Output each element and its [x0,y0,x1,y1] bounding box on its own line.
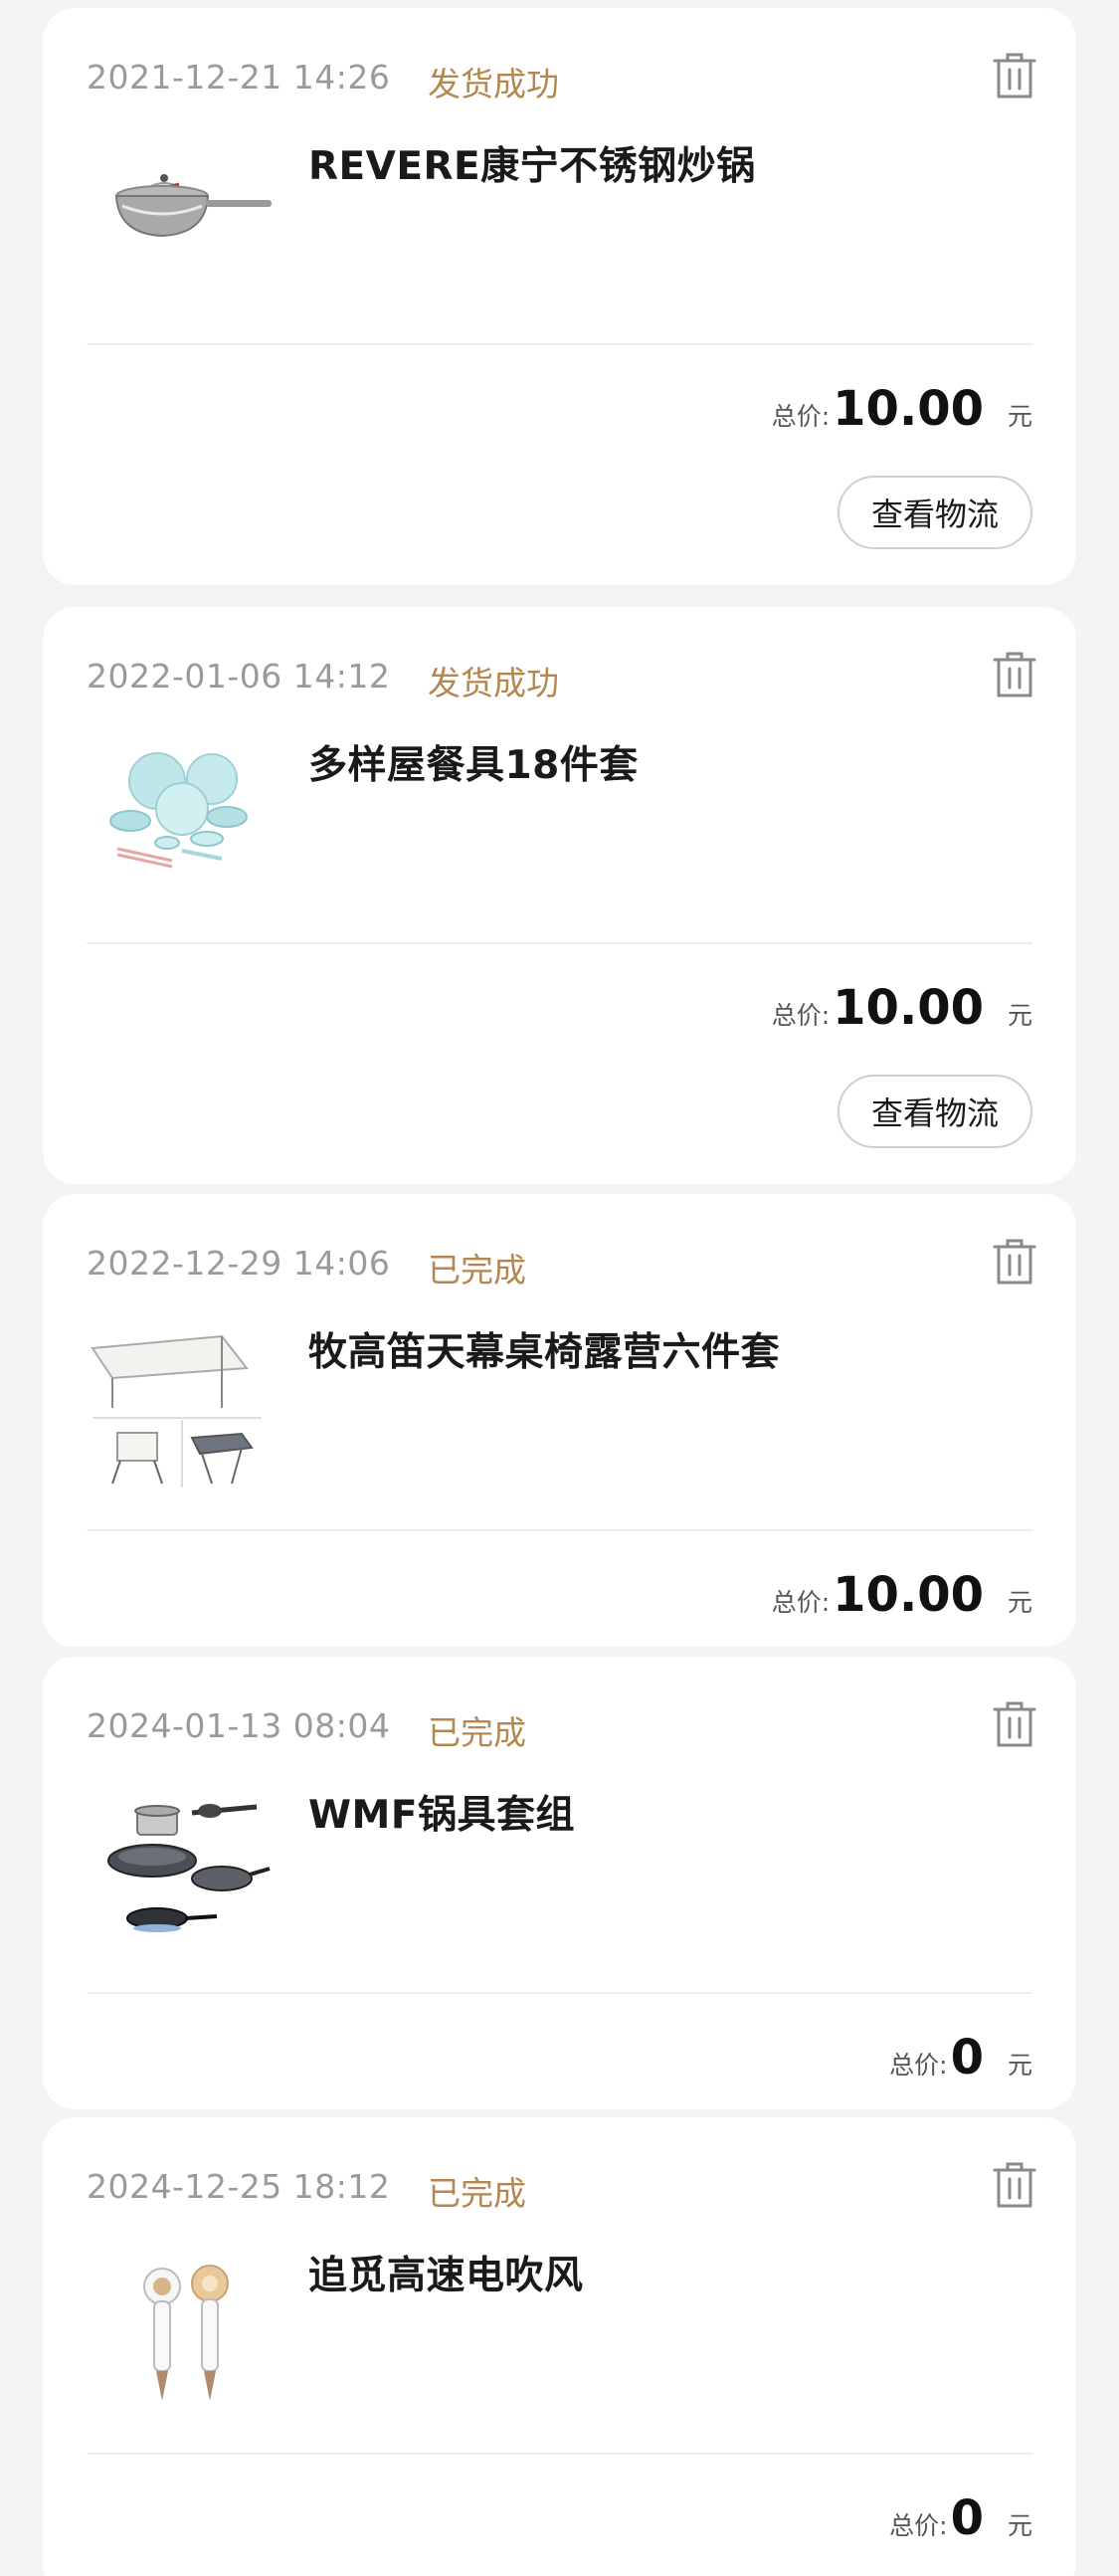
product-title[interactable]: REVERE康宁不锈钢炒锅 [308,135,756,191]
product-title[interactable]: 追觅高速电吹风 [308,2245,584,2300]
price-label: 总价 [889,2511,940,2540]
order-date: 2021-12-21 14:26 [87,58,391,97]
trash-icon[interactable] [993,52,1036,99]
product-image-cookware[interactable] [83,1771,272,1960]
total-price: 总价:0 元 [889,2030,1032,2085]
price-unit: 元 [1007,402,1032,431]
view-logistics-button[interactable]: 查看物流 [838,476,1032,549]
trash-icon[interactable] [993,2161,1036,2209]
order-date: 2024-12-25 18:12 [87,2167,391,2206]
order-status: 发货成功 [428,65,559,103]
trash-icon[interactable] [993,1700,1036,1748]
product-image-tableware[interactable] [83,721,272,910]
order-card[interactable]: 2024-12-25 18:12 已完成 追觅高速电吹风 总价:0 元 [43,2117,1076,2576]
price-unit: 元 [1007,2511,1032,2540]
divider [87,942,1032,944]
divider [87,343,1032,345]
product-title[interactable]: 多样屋餐具18件套 [308,734,639,790]
price-label: 总价 [889,2051,940,2080]
order-card[interactable]: 2024-01-13 08:04 已完成 WMF锅具套组 总价: 0 元 [43,1657,1076,2109]
product-image-wok[interactable] [83,122,272,311]
price-label: 总价 [771,402,822,431]
divider [87,1529,1032,1531]
order-date: 2022-12-29 14:06 [87,1244,391,1283]
price-value: 10.00 [833,980,984,1036]
price-label: 总价 [771,1001,822,1030]
order-status: 已完成 [428,1713,526,1752]
price-value: 10.00 [833,381,984,437]
order-card[interactable]: 2022-12-29 14:06 已完成 牧高笛天幕桌椅露营六件套 总价: 1… [43,1194,1076,1647]
divider [87,1992,1032,1994]
order-status: 已完成 [428,2174,526,2213]
product-image-camping[interactable] [83,1308,272,1497]
price-value: 0 [950,2030,984,2085]
total-price: 总价:10.00 元 [771,1567,1032,1623]
trash-icon[interactable] [993,651,1036,698]
total-price: 总价:0 元 [889,2490,1032,2546]
price-label: 总价 [771,1588,822,1617]
order-card[interactable]: 2021-12-21 14:26 发货成功 REVERE康宁不锈钢炒锅 总价:1… [43,8,1076,585]
product-title[interactable]: WMF锅具套组 [308,1784,575,1840]
order-date: 2024-01-13 08:04 [87,1706,391,1745]
product-title[interactable]: 牧高笛天幕桌椅露营六件套 [308,1321,780,1377]
view-logistics-button[interactable]: 查看物流 [838,1075,1032,1148]
order-status: 发货成功 [428,664,559,702]
price-value: 10.00 [833,1567,984,1623]
price-unit: 元 [1007,1001,1032,1030]
order-date: 2022-01-06 14:12 [87,657,391,695]
price-value: 0 [950,2490,984,2546]
trash-icon[interactable] [993,1238,1036,1286]
total-price: 总价:10.00 元 [771,381,1032,437]
divider [87,2453,1032,2455]
price-unit: 元 [1007,2051,1032,2080]
order-list: 2021-12-21 14:26 发货成功 REVERE康宁不锈钢炒锅 总价:1… [0,0,1119,2576]
price-unit: 元 [1007,1588,1032,1617]
product-image-hair-dryer[interactable] [83,2232,272,2421]
total-price: 总价:10.00 元 [771,980,1032,1036]
order-status: 已完成 [428,1251,526,1289]
order-card[interactable]: 2022-01-06 14:12 发货成功 多样屋餐具18件套 总价: 10.… [43,607,1076,1184]
